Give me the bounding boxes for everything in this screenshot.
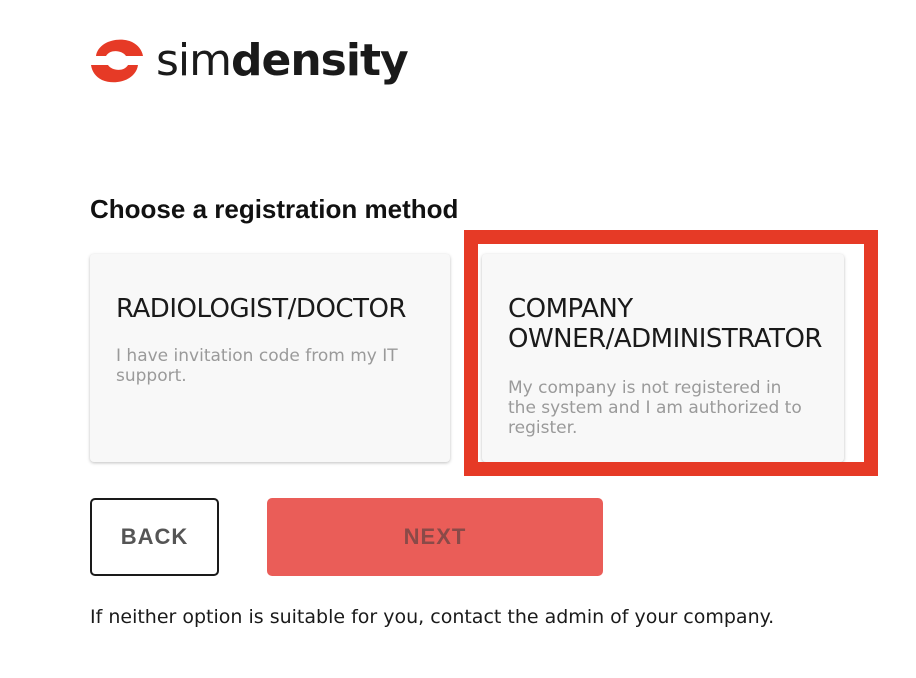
back-button[interactable]: BACK: [90, 498, 219, 576]
simdensity-logo: simdensity: [88, 34, 409, 88]
option-card-company-owner-administrator[interactable]: COMPANY OWNER/ADMINISTRATOR My company i…: [482, 254, 844, 462]
option-title: RADIOLOGIST/DOCTOR: [116, 294, 407, 324]
brand-name-light: sim: [156, 35, 232, 86]
brand-name: simdensity: [156, 39, 409, 83]
brand-name-bold: density: [231, 35, 409, 86]
simdensity-logo-icon: [91, 39, 143, 83]
option-card-radiologist-doctor[interactable]: RADIOLOGIST/DOCTOR I have invitation cod…: [90, 254, 450, 462]
option-description-line: register.: [508, 418, 578, 438]
option-description-line: the system and I am authorized to: [508, 398, 802, 418]
option-title-line: OWNER/ADMINISTRATOR: [508, 324, 822, 354]
registration-page: simdensity Choose a registration method …: [0, 0, 916, 678]
option-title-line: COMPANY: [508, 294, 633, 324]
option-description: I have invitation code from my IT suppor…: [116, 346, 398, 386]
help-note: If neither option is suitable for you, c…: [90, 606, 775, 628]
option-title: COMPANY OWNER/ADMINISTRATOR: [508, 294, 822, 354]
next-button[interactable]: NEXT: [267, 498, 603, 576]
page-heading: Choose a registration method: [90, 194, 459, 224]
option-description-line: My company is not registered in: [508, 378, 782, 398]
option-description: My company is not registered in the syst…: [508, 378, 818, 438]
